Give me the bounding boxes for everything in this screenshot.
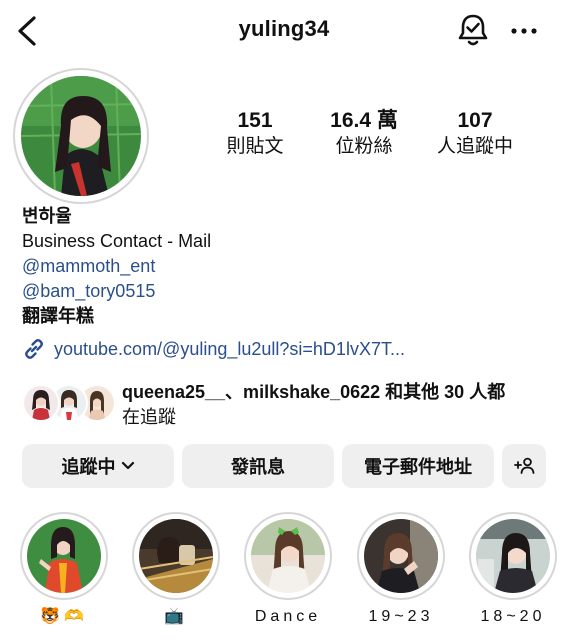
notification-bell-icon[interactable] <box>456 12 490 48</box>
bio-mention-mammoth[interactable]: @mammoth_ent <box>22 254 552 279</box>
highlight-label: 🐯🫶 <box>40 608 88 625</box>
highlight-ring <box>469 512 557 600</box>
top-bar: yuling34 <box>0 0 568 62</box>
followed-by[interactable]: queena25__、milkshake_0622 和其他 30 人都 在追蹤 <box>22 380 552 430</box>
following-button[interactable]: 追蹤中 <box>22 444 174 488</box>
followed-by-line-2: 在追蹤 <box>122 407 176 427</box>
avatar-photo <box>21 76 141 196</box>
chevron-down-icon <box>121 461 134 470</box>
highlight-label: 📺 <box>164 608 188 625</box>
highlight-ring <box>20 512 108 600</box>
profile-avatar[interactable] <box>13 68 149 204</box>
bio-line: Business Contact - Mail <box>22 231 212 251</box>
highlight-item[interactable]: 18~20 <box>469 512 557 632</box>
following-stat[interactable]: 107 人追蹤中 <box>432 108 518 160</box>
highlight-ring <box>132 512 220 600</box>
email-button-label: 電子郵件地址 <box>364 457 472 477</box>
highlight-cover <box>27 519 101 593</box>
followers-count: 16.4 萬 <box>330 109 398 132</box>
posts-count: 151 <box>237 109 273 132</box>
display-name: 변하율 <box>22 206 72 226</box>
highlight-label: Dance <box>254 608 322 625</box>
add-person-icon <box>514 457 535 474</box>
link-icon <box>25 339 43 359</box>
message-button-label: 發訊息 <box>231 457 285 477</box>
highlight-label: 18~20 <box>480 608 546 625</box>
followed-by-line-1: queena25__、milkshake_0622 和其他 30 人都 <box>122 382 506 402</box>
followers-stat[interactable]: 16.4 萬 位粉絲 <box>320 108 408 160</box>
followers-label: 位粉絲 <box>335 136 393 157</box>
highlight-item[interactable]: 🐯🫶 <box>20 512 108 632</box>
highlight-item[interactable]: 📺 <box>132 512 220 632</box>
highlight-label: 19~23 <box>368 608 434 625</box>
highlight-cover <box>251 519 325 593</box>
bio-external-link[interactable]: youtube.com/@yuling_lu2ull?si=hD1lvX7T..… <box>22 336 405 362</box>
highlight-cover <box>139 519 213 593</box>
highlight-ring <box>244 512 332 600</box>
more-options-icon[interactable] <box>508 16 540 46</box>
highlight-item[interactable]: Dance <box>244 512 332 632</box>
message-button[interactable]: 發訊息 <box>182 444 334 488</box>
suggest-users-button[interactable] <box>502 444 546 488</box>
follower-avatar <box>22 384 60 422</box>
profile-bio: 변하율 Business Contact - Mail @mammoth_ent… <box>22 204 552 329</box>
highlight-cover <box>476 519 550 593</box>
following-count: 107 <box>457 109 493 132</box>
external-link-text: youtube.com/@yuling_lu2ull?si=hD1lvX7T..… <box>54 338 405 359</box>
following-button-label: 追蹤中 <box>61 457 116 477</box>
posts-label: 則貼文 <box>226 136 284 157</box>
following-label: 人追蹤中 <box>436 136 513 157</box>
highlight-cover <box>364 519 438 593</box>
email-button[interactable]: 電子郵件地址 <box>342 444 494 488</box>
bio-mention-bam[interactable]: @bam_tory0515 <box>22 279 552 304</box>
highlight-item[interactable]: 19~23 <box>357 512 445 632</box>
translate-link[interactable]: 翻譯年糕 <box>22 304 552 329</box>
followed-by-text: queena25__、milkshake_0622 和其他 30 人都 在追蹤 <box>122 380 552 430</box>
posts-stat[interactable]: 151 則貼文 <box>222 108 288 160</box>
highlight-ring <box>357 512 445 600</box>
